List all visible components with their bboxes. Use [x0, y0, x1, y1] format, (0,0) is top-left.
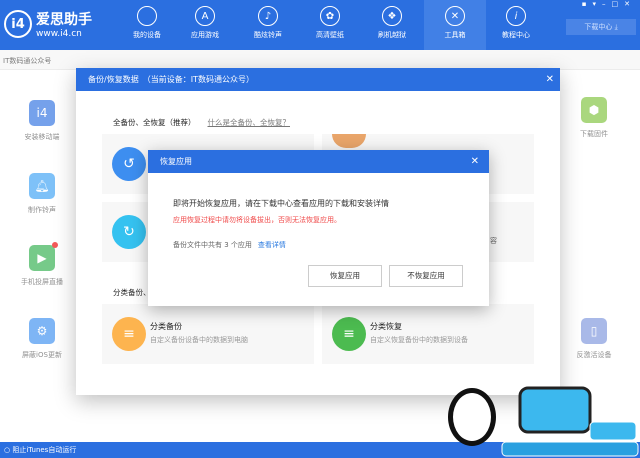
restore-message: 即将开始恢复应用，请在下载中心查看应用的下载和安装详情	[173, 199, 389, 208]
category-backup-card[interactable]: ≡ 分类备份自定义备份设备中的数据到电脑	[102, 304, 314, 364]
restore-icon	[332, 134, 366, 148]
nav-label: 刷机越狱	[378, 31, 406, 39]
download-icon: ⤓	[614, 23, 618, 31]
nav-label: 酷炫铃声	[254, 31, 282, 39]
card-title: 分类恢复	[370, 322, 402, 331]
card-title: 分类备份	[150, 322, 182, 331]
close-icon[interactable]: ✕	[546, 68, 554, 91]
window-controls[interactable]: ▪▾–□✕	[582, 0, 636, 8]
app-logo: i4 爱思助手 www.i4.cn	[4, 9, 92, 39]
nav-ringtones[interactable]: ♪ 酷炫铃声	[243, 0, 293, 50]
download-center-button[interactable]: 下载中心 ⤓	[566, 19, 636, 35]
top-bar: i4 爱思助手 www.i4.cn 我的设备 A 应用游戏 ♪ 酷炫铃声 ✿ 高清壁纸 …	[0, 0, 640, 50]
card-desc: 容	[490, 237, 497, 245]
nav-tutorials[interactable]: i 教程中心	[491, 0, 541, 50]
box-icon: ❖	[382, 6, 402, 26]
nav-label: 教程中心	[502, 31, 530, 39]
category-section-title: 分类备份、	[113, 288, 151, 297]
info-icon: i	[506, 6, 526, 26]
restore-apps-dialog: 恢复应用 ✕ 即将开始恢复应用，请在下载中心查看应用的下载和安装详情 应用恢复过程…	[148, 150, 489, 306]
card-desc: 自定义恢复备份中的数据到设备	[370, 336, 468, 344]
appstore-icon: A	[195, 6, 215, 26]
watermark-logo	[440, 380, 640, 458]
dialog-title: 备份/恢复数据 （当前设备：IT数码通公众号）	[88, 75, 254, 84]
backup-icon: ↺	[112, 147, 146, 181]
apple-icon	[137, 6, 157, 26]
nav-flash[interactable]: ❖ 刷机越狱	[367, 0, 417, 50]
restore-warning: 应用恢复过程中请勿将设备拔出，否则无法恢复应用。	[173, 216, 341, 224]
card-desc: 自定义备份设备中的数据到电脑	[150, 336, 248, 344]
tools-icon: ✕	[445, 6, 465, 26]
category-restore-card[interactable]: ≡ 分类恢复自定义恢复备份中的数据到设备	[322, 304, 534, 364]
flower-icon: ✿	[320, 6, 340, 26]
nav-toolbox[interactable]: ✕ 工具箱	[424, 0, 486, 50]
full-backup-section: 全备份、全恢复（推荐） 什么是全备份、全恢复？	[113, 117, 290, 128]
sync-icon: ↻	[112, 215, 146, 249]
category-restore-icon: ≡	[332, 317, 366, 351]
nav-label: 我的设备	[133, 31, 161, 39]
app-count: 备份文件中共有 3 个应用 查看详情	[173, 240, 286, 250]
app-url: www.i4.cn	[36, 29, 82, 39]
bell-icon: ♪	[258, 6, 278, 26]
itunes-label: 阻止iTunes自动运行	[12, 446, 77, 454]
view-details-link[interactable]: 查看详情	[258, 241, 286, 249]
full-backup-help-link[interactable]: 什么是全备份、全恢复？	[208, 118, 291, 127]
restore-apps-button[interactable]: 恢复应用	[308, 265, 382, 287]
close-icon[interactable]: ✕	[471, 150, 479, 173]
nav-label: 工具箱	[444, 31, 466, 39]
nav-label: 应用游戏	[191, 31, 219, 39]
category-backup-icon: ≡	[112, 317, 146, 351]
download-center-label: 下载中心	[584, 23, 613, 31]
nav-my-device[interactable]: 我的设备	[122, 0, 172, 50]
app-name: 爱思助手	[36, 12, 92, 28]
itunes-toggle[interactable]: ○ 阻止iTunes自动运行	[4, 446, 76, 454]
nav-apps[interactable]: A 应用游戏	[180, 0, 230, 50]
watermark-graphic	[501, 386, 639, 457]
i4-logo-icon: i4	[4, 10, 32, 38]
app-count-text: 备份文件中共有 3 个应用	[173, 241, 252, 249]
nav-wallpapers[interactable]: ✿ 高清壁纸	[305, 0, 355, 50]
dialog-title: 恢复应用	[160, 157, 192, 166]
section-title: 全备份、全恢复（推荐）	[113, 118, 196, 127]
nav-label: 高清壁纸	[316, 31, 344, 39]
dont-restore-button[interactable]: 不恢复应用	[389, 265, 463, 287]
